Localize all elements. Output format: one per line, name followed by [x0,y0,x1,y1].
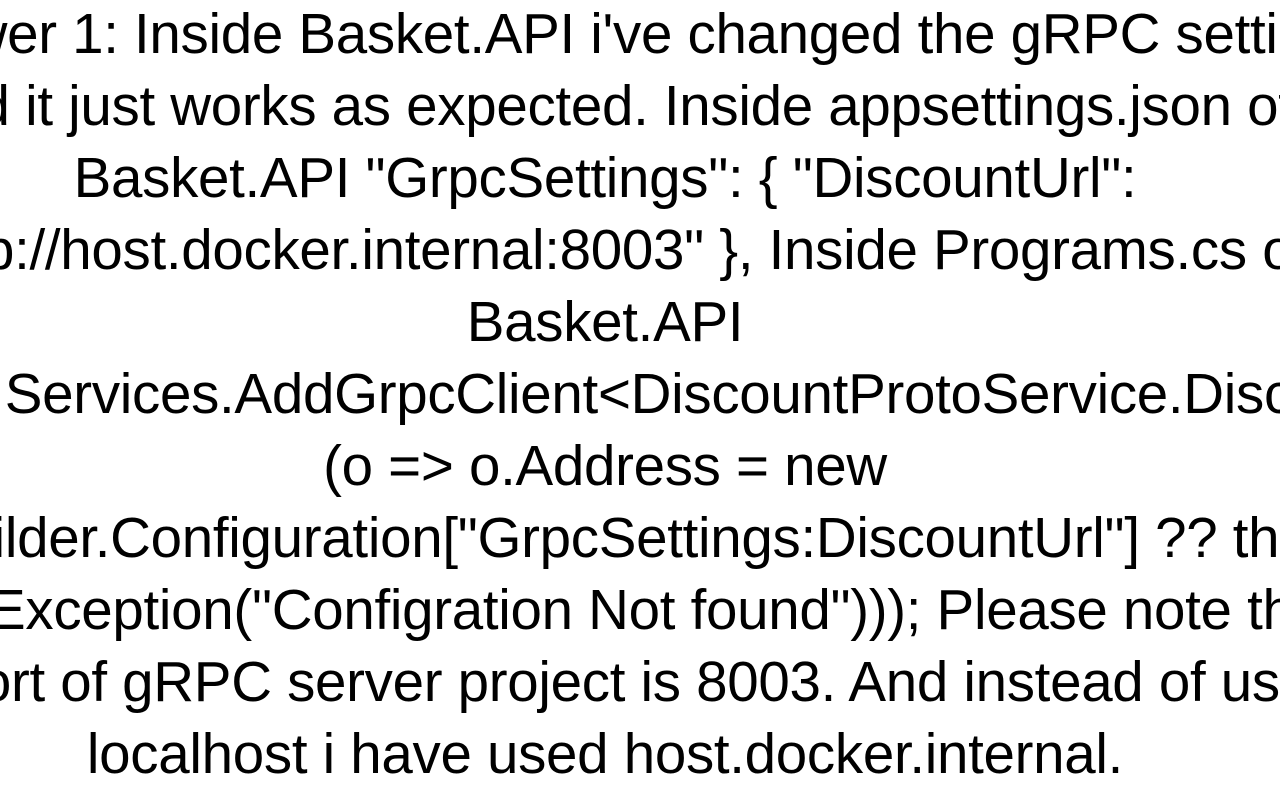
answer-body-text: Answer 1: Inside Basket.API i've changed… [0,0,1280,790]
